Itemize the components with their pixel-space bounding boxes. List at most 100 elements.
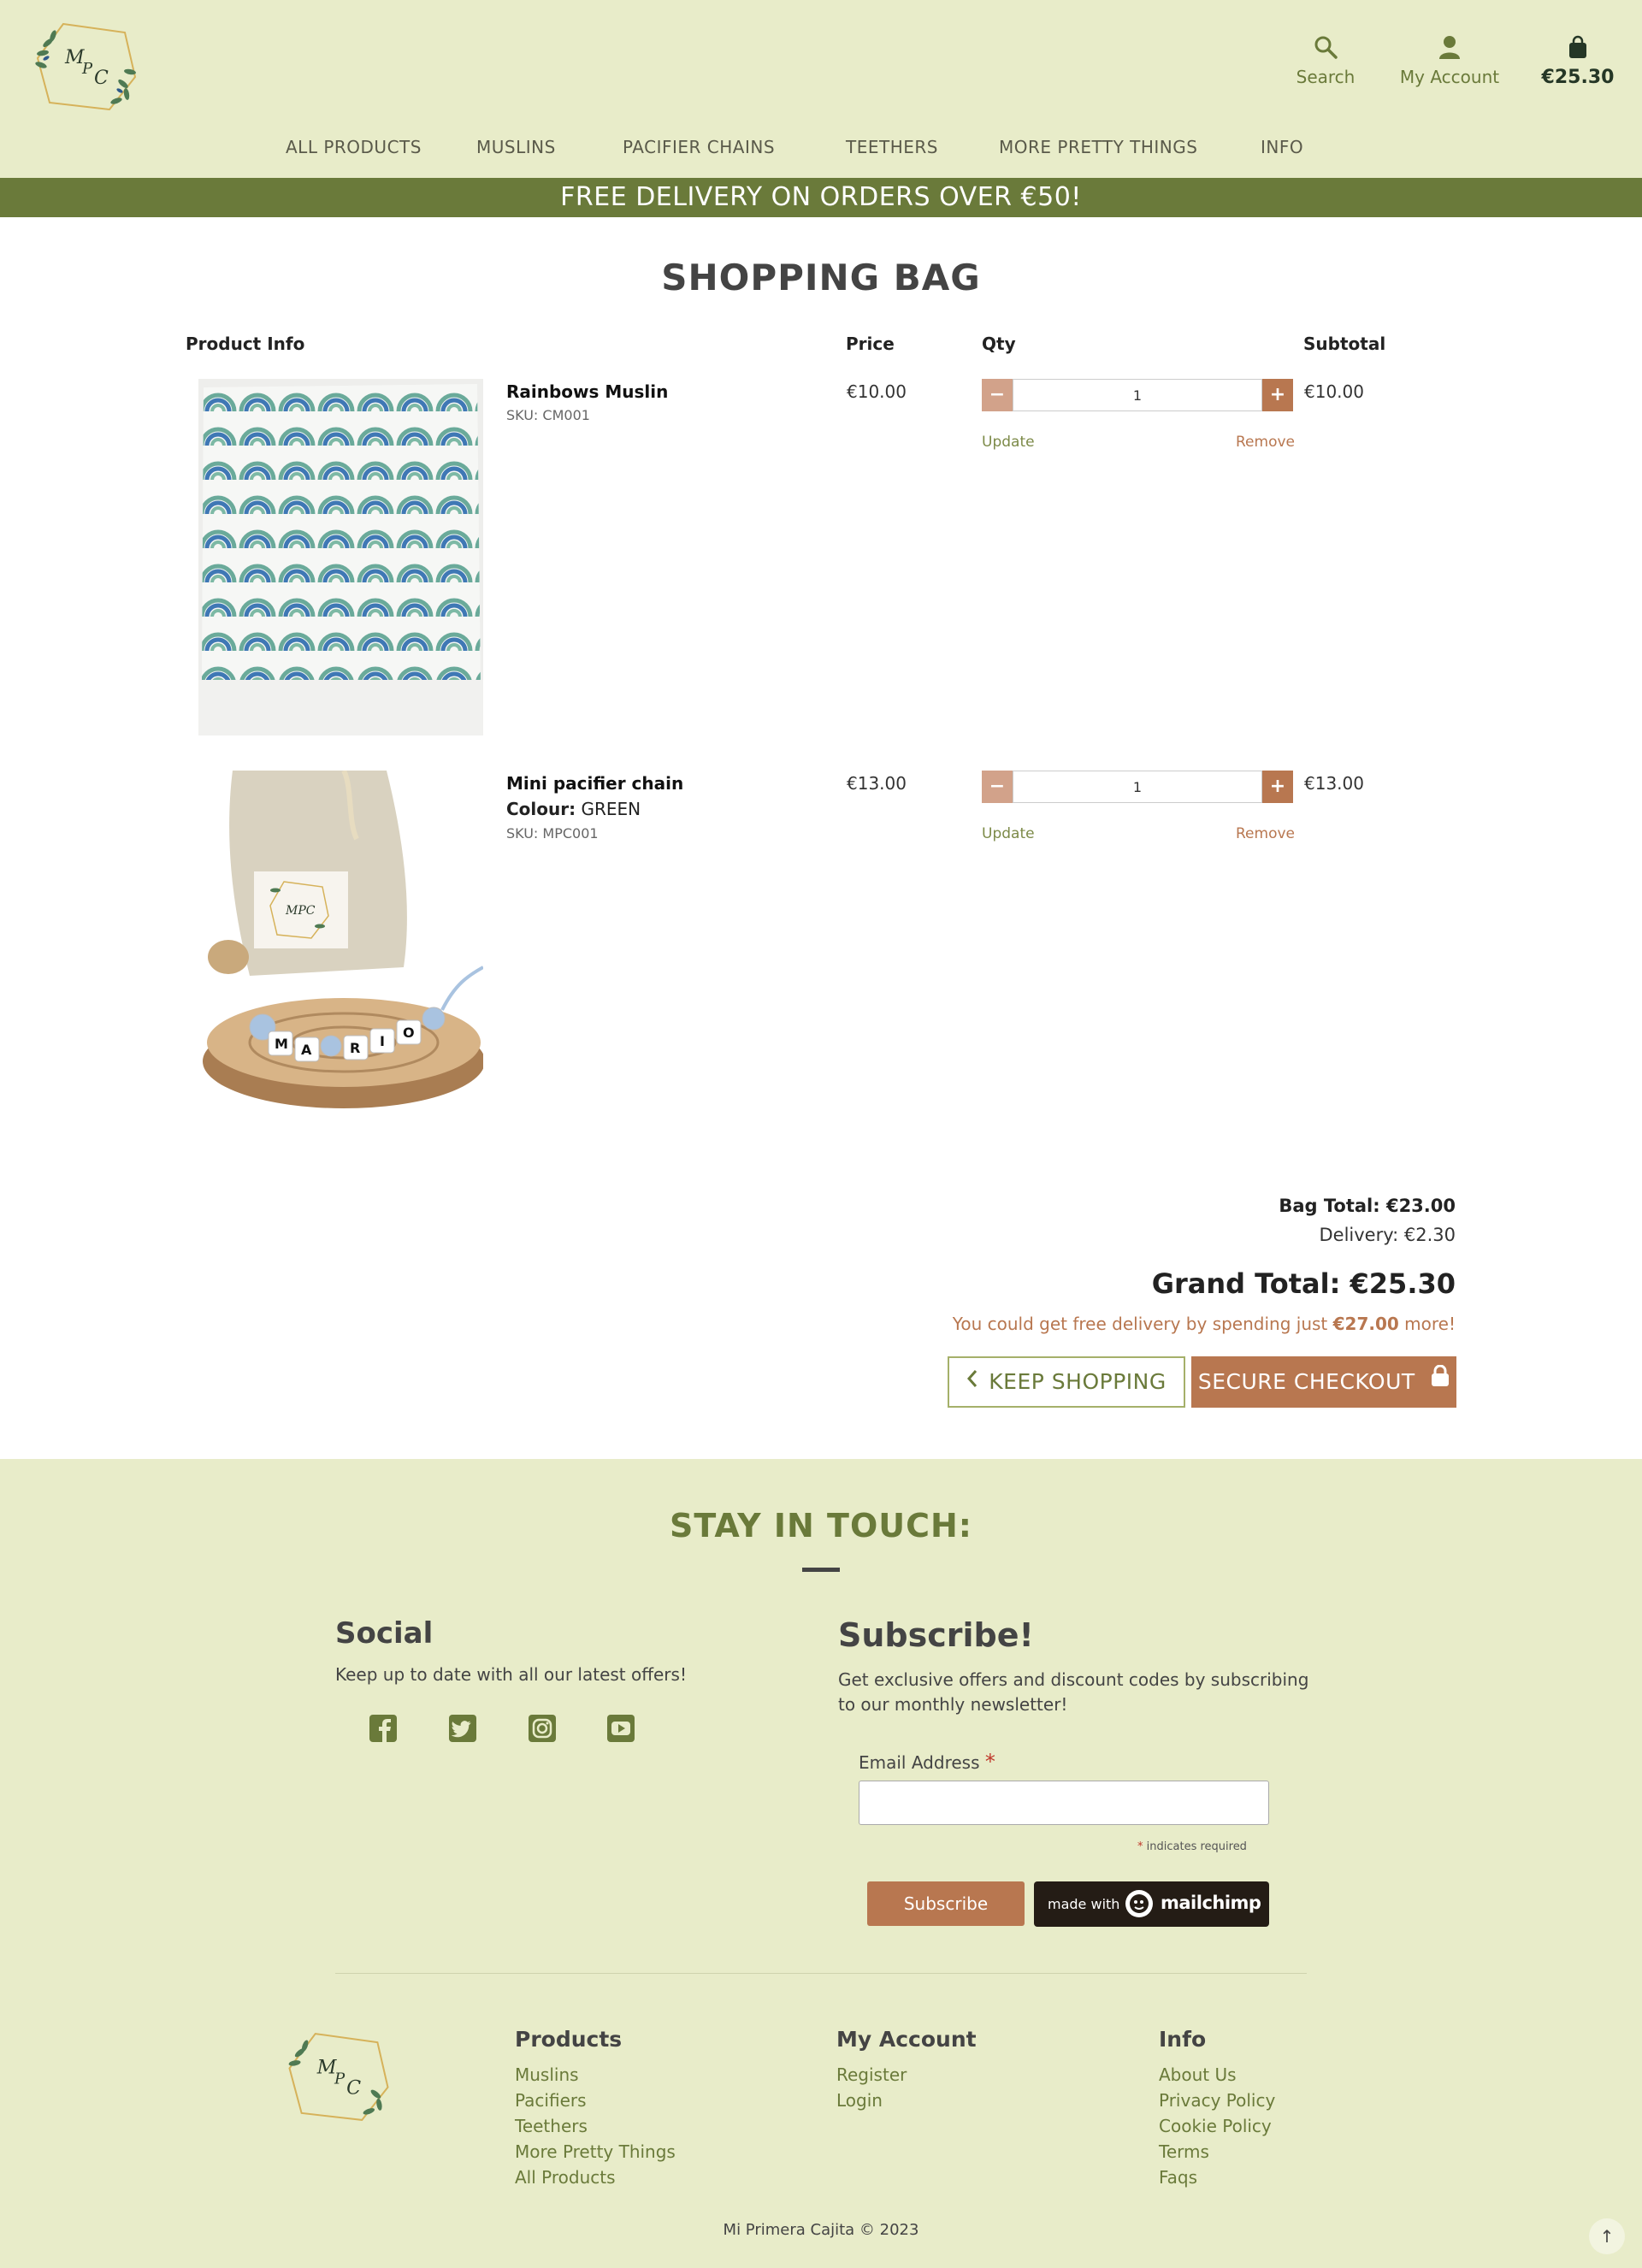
facebook-icon[interactable] [368, 1713, 399, 1744]
decrement-qty-button[interactable]: − [982, 771, 1013, 803]
nav-pacifier-chains[interactable]: PACIFIER CHAINS [623, 137, 775, 157]
brand-logo[interactable]: M P C [31, 17, 142, 115]
keep-shopping-button[interactable]: KEEP SHOPPING [948, 1356, 1185, 1408]
svg-text:MPC: MPC [285, 904, 316, 918]
badge-made-with: made with [1048, 1896, 1120, 1912]
footer-products-heading: Products [515, 2027, 623, 2052]
shopping-bag-icon [1539, 34, 1616, 60]
nav-teethers[interactable]: TEETHERS [846, 137, 938, 157]
remove-item-link[interactable]: Remove [1236, 434, 1295, 451]
user-icon [1394, 34, 1505, 60]
heading-divider [802, 1568, 840, 1572]
qty-input[interactable] [1013, 379, 1262, 411]
free-delivery-amount: €27.00 [1332, 1314, 1399, 1334]
footer-link-pacifiers[interactable]: Pacifiers [515, 2090, 587, 2111]
footer-link-more-pretty-things[interactable]: More Pretty Things [515, 2141, 676, 2162]
chevron-left-icon [966, 1357, 978, 1405]
footer-link-faqs[interactable]: Faqs [1159, 2167, 1197, 2188]
increment-qty-button[interactable]: + [1262, 771, 1293, 803]
email-field[interactable] [859, 1781, 1269, 1825]
nav-info[interactable]: INFO [1261, 137, 1303, 157]
footer-link-terms[interactable]: Terms [1159, 2141, 1209, 2162]
remove-item-link[interactable]: Remove [1236, 825, 1295, 842]
required-note-star: * [1137, 1840, 1143, 1853]
footer-link-login[interactable]: Login [836, 2090, 883, 2111]
copyright: Mi Primera Cajita © 2023 [723, 2221, 919, 2239]
secure-checkout-button[interactable]: SECURE CHECKOUT [1191, 1356, 1456, 1408]
stay-in-touch-heading: STAY IN TOUCH: [670, 1507, 972, 1544]
product-price: €13.00 [847, 773, 907, 794]
footer-link-muslins[interactable]: Muslins [515, 2064, 579, 2085]
product-name[interactable]: Rainbows Muslin [506, 381, 668, 402]
page-title: SHOPPING BAG [661, 257, 981, 298]
footer-link-privacy-policy[interactable]: Privacy Policy [1159, 2090, 1275, 2111]
product-price: €10.00 [847, 381, 907, 402]
header-search-link[interactable]: Search [1291, 34, 1360, 87]
footer-divider [335, 1973, 1307, 1974]
item-subtotal: €13.00 [1304, 773, 1364, 794]
update-qty-link[interactable]: Update [982, 825, 1035, 842]
qty-input[interactable] [1013, 771, 1262, 803]
column-header-subtotal: Subtotal [1303, 334, 1386, 354]
back-to-top-button[interactable]: ↑ [1589, 2218, 1625, 2254]
header-account-link[interactable]: My Account [1394, 34, 1505, 87]
product-sku: SKU: MPC001 [506, 825, 599, 842]
required-star: * [984, 1750, 995, 1774]
column-header-product-info: Product Info [186, 334, 305, 354]
search-label: Search [1296, 67, 1356, 87]
bag-total: Bag Total: €23.00 [1279, 1196, 1456, 1216]
product-image-mini-pacifier-chain[interactable]: MPC M A R I O [198, 771, 483, 1110]
product-colour: Colour: GREEN [506, 799, 641, 819]
product-image-rainbows-muslin[interactable] [198, 379, 483, 735]
quantity-stepper: − + [982, 771, 1293, 803]
footer-link-register[interactable]: Register [836, 2064, 907, 2085]
free-delivery-banner: FREE DELIVERY ON ORDERS OVER €50! [0, 178, 1642, 217]
footer-info-heading: Info [1159, 2027, 1207, 2052]
instagram-icon[interactable] [527, 1713, 558, 1744]
footer-link-about-us[interactable]: About Us [1159, 2064, 1237, 2085]
social-text: Keep up to date with all our latest offe… [335, 1664, 687, 1685]
svg-text:I: I [380, 1033, 385, 1049]
nav-muslins[interactable]: MUSLINS [476, 137, 556, 157]
main-nav: ALL PRODUCTS MUSLINS PACIFIER CHAINS TEE… [0, 137, 1642, 168]
site-footer [0, 1459, 1642, 2268]
svg-text:O: O [403, 1025, 415, 1041]
youtube-icon[interactable] [605, 1713, 636, 1744]
grand-total: Grand Total: €25.30 [1151, 1267, 1456, 1300]
bag-total-label: €25.30 [1541, 67, 1615, 88]
svg-text:P: P [81, 60, 93, 78]
nav-all-products[interactable]: ALL PRODUCTS [286, 137, 422, 157]
footer-link-cookie-policy[interactable]: Cookie Policy [1159, 2116, 1272, 2136]
subscribe-text: Get exclusive offers and discount codes … [838, 1669, 1309, 1715]
lock-icon [1431, 1355, 1450, 1406]
social-heading: Social [335, 1616, 434, 1651]
account-label: My Account [1399, 67, 1500, 87]
decrement-qty-button[interactable]: − [982, 379, 1013, 411]
twitter-icon[interactable] [447, 1713, 478, 1744]
svg-text:C: C [346, 2077, 361, 2100]
free-delivery-prefix: You could get free delivery by spending … [952, 1314, 1328, 1334]
delivery-cost: Delivery: €2.30 [1319, 1225, 1456, 1245]
footer-logo[interactable]: M P C [282, 2027, 395, 2126]
free-delivery-suffix: more! [1404, 1314, 1456, 1334]
subscribe-button[interactable]: Subscribe [867, 1881, 1025, 1926]
svg-text:C: C [94, 68, 109, 89]
column-header-qty: Qty [982, 334, 1016, 354]
footer-link-teethers[interactable]: Teethers [515, 2116, 588, 2136]
quantity-stepper: − + [982, 379, 1293, 411]
colour-value: GREEN [581, 799, 641, 819]
footer-link-all-products[interactable]: All Products [515, 2167, 616, 2188]
subscribe-heading: Subscribe! [838, 1616, 1034, 1654]
svg-text:P: P [334, 2070, 346, 2088]
required-note-text: indicates required [1146, 1840, 1247, 1853]
product-sku: SKU: CM001 [506, 407, 590, 423]
nav-more-pretty-things[interactable]: MORE PRETTY THINGS [999, 137, 1197, 157]
product-name[interactable]: Mini pacifier chain [506, 773, 683, 794]
search-icon [1291, 34, 1360, 60]
free-delivery-message: You could get free delivery by spending … [953, 1314, 1456, 1334]
header-bag-link[interactable]: €25.30 [1539, 34, 1616, 88]
svg-text:M: M [275, 1036, 288, 1052]
increment-qty-button[interactable]: + [1262, 379, 1293, 411]
update-qty-link[interactable]: Update [982, 434, 1035, 451]
mailchimp-badge[interactable]: made with mailchimp [1034, 1881, 1269, 1927]
